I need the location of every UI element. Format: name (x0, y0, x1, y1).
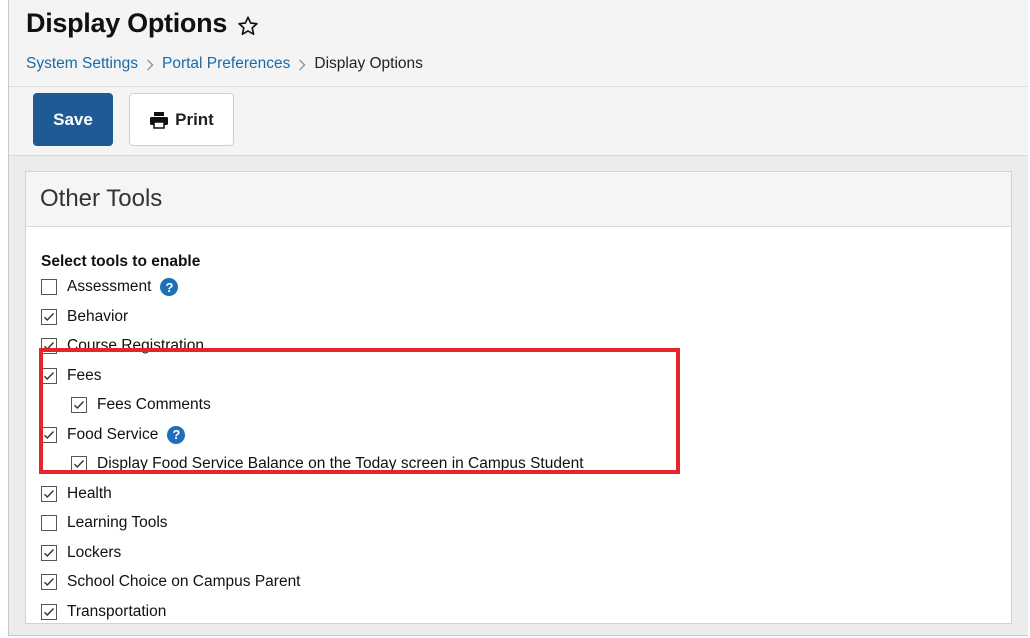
tool-option-food-service[interactable]: Food Service? (41, 425, 186, 445)
tool-option-behavior[interactable]: Behavior (41, 307, 128, 327)
checkbox[interactable] (71, 397, 87, 413)
checkbox[interactable] (41, 338, 57, 354)
checkbox[interactable] (41, 603, 57, 620)
tool-option-learning-tools[interactable]: Learning Tools (41, 513, 168, 533)
page-title: Display Options (26, 8, 259, 39)
tool-option-assessment[interactable]: Assessment? (41, 277, 179, 297)
tool-label: School Choice on Campus Parent (67, 573, 301, 590)
printer-icon (149, 111, 169, 129)
panel-title: Other Tools (26, 172, 1011, 227)
tool-label: Assessment (67, 278, 152, 295)
section-label: Select tools to enable (41, 253, 201, 270)
tool-label: Behavior (67, 307, 129, 325)
breadcrumb: System Settings Portal Preferences Displ… (26, 55, 423, 73)
page-header: Display Options System Settings Portal P… (9, 0, 1028, 156)
checkbox[interactable] (41, 426, 57, 443)
tool-label: Transportation (67, 602, 167, 620)
tool-label: Food Service (67, 425, 159, 443)
tool-option-school-choice-on-campus-parent[interactable]: School Choice on Campus Parent (41, 572, 301, 592)
tool-label: Lockers (67, 543, 122, 561)
tool-option-display-food-service-balance-on-the-today-screen-in-campus-student[interactable]: Display Food Service Balance on the Toda… (71, 454, 584, 474)
checkbox[interactable] (41, 544, 57, 561)
checkbox[interactable] (41, 367, 57, 384)
other-tools-panel: Other Tools Select tools to enable Asses… (25, 171, 1012, 624)
tool-label: Fees (67, 366, 102, 384)
app-frame: Display Options System Settings Portal P… (8, 0, 1028, 636)
breadcrumb-system-settings[interactable]: System Settings (26, 55, 138, 73)
star-icon[interactable] (237, 13, 259, 35)
tool-label: Learning Tools (67, 514, 168, 531)
checkbox[interactable] (41, 279, 57, 295)
help-icon[interactable]: ? (167, 425, 186, 444)
breadcrumb-current: Display Options (314, 55, 423, 72)
content-area: Other Tools Select tools to enable Asses… (9, 156, 1028, 635)
chevron-right-icon (146, 58, 154, 71)
checkbox[interactable] (41, 308, 57, 325)
page-title-text: Display Options (26, 8, 228, 38)
tool-option-health[interactable]: Health (41, 484, 112, 504)
checkbox[interactable] (71, 456, 87, 472)
print-button[interactable]: Print (129, 93, 234, 146)
chevron-right-icon (298, 58, 306, 71)
tool-option-course-registration[interactable]: Course Registration (41, 336, 204, 356)
tool-option-fees-comments[interactable]: Fees Comments (71, 395, 211, 415)
toolbar-divider (9, 86, 1028, 87)
checkbox[interactable] (41, 485, 57, 502)
breadcrumb-portal-preferences[interactable]: Portal Preferences (162, 55, 290, 73)
tool-label: Health (67, 484, 112, 502)
tool-label: Course Registration (67, 337, 204, 354)
tool-label: Fees Comments (97, 396, 211, 413)
checkbox[interactable] (41, 574, 57, 590)
tool-label: Display Food Service Balance on the Toda… (97, 455, 584, 472)
tool-option-transportation[interactable]: Transportation (41, 602, 166, 622)
help-icon[interactable]: ? (160, 278, 179, 296)
tool-option-fees[interactable]: Fees (41, 366, 101, 386)
print-button-label: Print (175, 109, 214, 129)
checkbox[interactable] (41, 515, 57, 531)
tool-option-lockers[interactable]: Lockers (41, 543, 121, 563)
save-button[interactable]: Save (33, 93, 113, 146)
